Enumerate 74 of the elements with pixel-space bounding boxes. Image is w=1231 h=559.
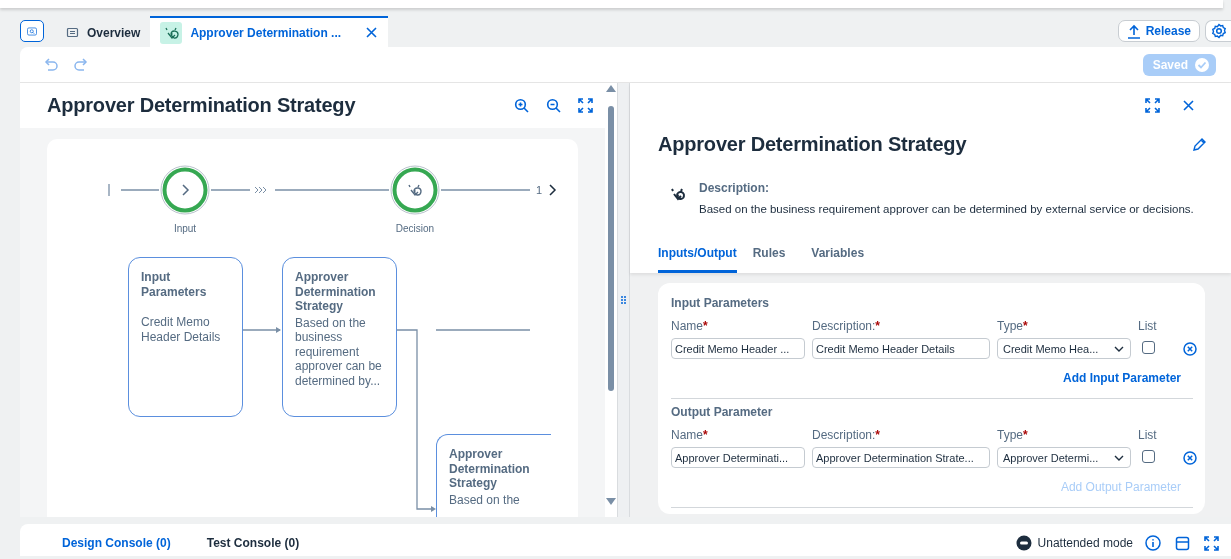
panel-tab[interactable]: Rules [752, 241, 796, 273]
input-field[interactable]: Credit Memo Header Details [812, 338, 990, 359]
add-parameter-link[interactable]: Add Input Parameter [1062, 371, 1181, 385]
panel-tab[interactable]: Inputs/Output [658, 241, 737, 273]
expand-icon[interactable] [1204, 535, 1219, 551]
release-button[interactable]: Release [1117, 20, 1200, 42]
expand-icon[interactable] [1145, 97, 1160, 113]
column-label: Name* [671, 319, 708, 333]
column-label: List [1138, 428, 1157, 442]
card-title: Approver Determination Strategy [295, 270, 377, 314]
editor-tab[interactable]: Overview [56, 16, 151, 47]
info-icon[interactable] [1145, 535, 1161, 551]
check-icon [1194, 56, 1210, 73]
fit-screen-icon[interactable] [578, 98, 593, 113]
section-title: Output Parameter [671, 405, 774, 419]
grip-icon [620, 295, 627, 305]
step-card[interactable]: Input Parameters Credit Memo Header Details [128, 257, 243, 417]
robot-icon [1015, 535, 1032, 551]
input-step-icon[interactable] [160, 165, 210, 215]
branch-count: 1 [536, 184, 543, 196]
panel-tab[interactable]: Variables [811, 241, 875, 273]
section-title: Input Parameters [671, 296, 771, 310]
checkbox[interactable] [1142, 340, 1155, 354]
input-field[interactable]: Credit Memo Header ... [671, 338, 805, 359]
close-icon[interactable] [1182, 98, 1195, 112]
type-dropdown[interactable]: Credit Memo Hea... [997, 338, 1131, 359]
handshake-icon [670, 186, 687, 203]
input-field[interactable]: Approver Determination Strate... [812, 447, 990, 468]
document-icon [66, 26, 79, 39]
column-label: Type* [997, 428, 1028, 442]
connector-line [210, 189, 251, 191]
column-label: Name* [671, 428, 708, 442]
remove-icon[interactable] [1183, 341, 1197, 356]
console-tab[interactable]: Design Console (0) [54, 536, 179, 550]
connector-line [120, 189, 160, 191]
card-title: Input Parameters [141, 270, 208, 299]
console-tab[interactable]: Test Console (0) [198, 536, 308, 550]
column-label: Type* [997, 319, 1028, 333]
diagram-title: Approver Determination Strategy [47, 94, 357, 117]
type-dropdown[interactable]: Approver Determi... [997, 447, 1131, 468]
decision-step-icon[interactable] [390, 165, 440, 215]
description-text: Based on the business requirement approver can be determined by external service or decisions. [699, 203, 1194, 215]
settings-button[interactable] [1205, 20, 1231, 42]
chevrons-icon [254, 186, 267, 194]
checkbox[interactable] [1142, 449, 1155, 463]
arrow-connector [242, 327, 281, 333]
splitter-handle[interactable] [617, 83, 630, 517]
remove-icon[interactable] [1183, 450, 1197, 465]
panel-title: Approver Determination Strategy [658, 133, 968, 156]
step-card[interactable]: Approver Determination Strategy Based on the [436, 434, 551, 517]
close-icon[interactable] [365, 26, 379, 39]
card-text: Based on the business requirement approver can be determined by... [295, 315, 383, 388]
step-card[interactable]: Approver Determination Strategy Based on the business requirement approver can be determined by... [282, 257, 397, 417]
step-label: Decision [395, 223, 435, 234]
search-button[interactable] [20, 20, 44, 42]
zoom-in-icon[interactable] [514, 97, 530, 114]
mode-label: Unattended mode [1037, 536, 1133, 550]
card-text: Credit Memo Header Details [141, 315, 222, 344]
column-label: Description:* [812, 319, 881, 333]
description-label: Description: [699, 181, 770, 195]
step-label: Input [173, 223, 197, 234]
card-text: Based on the [449, 492, 521, 507]
panel-icon[interactable] [1175, 535, 1190, 551]
upload-icon [1126, 23, 1141, 39]
column-label: List [1138, 319, 1157, 333]
card-title: Approver Determination Strategy [449, 447, 531, 491]
handshake-icon [163, 25, 179, 40]
start-marker [108, 183, 110, 197]
input-field[interactable]: Approver Determinati... [671, 447, 805, 468]
zoom-out-icon[interactable] [546, 97, 562, 114]
column-label: Description:* [812, 428, 881, 442]
settings-icon [1210, 23, 1227, 39]
edit-icon[interactable] [1192, 137, 1207, 152]
editor-tab[interactable]: Approver Determination ... [150, 16, 389, 47]
